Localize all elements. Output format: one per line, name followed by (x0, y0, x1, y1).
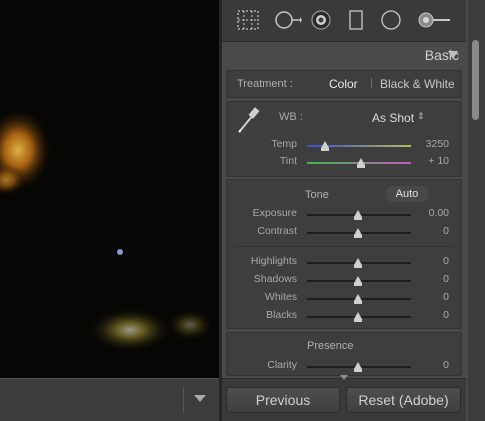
treatment-bw-option[interactable]: Black & White (380, 77, 455, 91)
crop-overlay-icon[interactable] (236, 9, 260, 31)
panel-scrollbar[interactable] (468, 0, 485, 421)
blacks-slider[interactable] (307, 312, 411, 322)
whites-slider-handle[interactable] (354, 294, 362, 304)
temp-label: Temp (271, 138, 297, 150)
treatment-color-option[interactable]: Color (329, 77, 358, 91)
tone-auto-button[interactable]: Auto (385, 186, 429, 202)
blacks-value[interactable]: 0 (409, 309, 449, 321)
spot-removal-icon[interactable] (274, 9, 302, 31)
temp-value[interactable]: 3250 (409, 138, 449, 150)
exposure-slider[interactable] (307, 210, 411, 220)
radial-filter-icon[interactable] (380, 9, 402, 31)
reset-button[interactable]: Reset (Adobe) (346, 387, 461, 413)
clarity-label: Clarity (267, 359, 297, 371)
adjustment-brush-icon[interactable] (416, 9, 452, 31)
tint-label: Tint (279, 155, 297, 167)
tool-strip (222, 0, 466, 42)
contrast-slider-handle[interactable] (354, 228, 362, 238)
viewer-toolbar (0, 378, 219, 421)
shadows-slider-handle[interactable] (354, 276, 362, 286)
presence-label: Presence (307, 340, 354, 352)
contrast-label: Contrast (257, 225, 297, 237)
tone-group: Tone Auto Exposure 0.00 Contrast 0 Highl… (226, 179, 462, 329)
toolbar-dropdown-icon[interactable] (194, 395, 206, 402)
clarity-slider[interactable] (307, 362, 411, 372)
tint-slider[interactable] (307, 158, 411, 168)
night-photo (0, 0, 219, 378)
clarity-slider-handle[interactable] (354, 362, 362, 372)
blacks-slider-handle[interactable] (354, 312, 362, 322)
contrast-value[interactable]: 0 (409, 225, 449, 237)
highlights-value[interactable]: 0 (409, 255, 449, 267)
panel-bottom-bar: Previous Reset (Adobe) (222, 375, 466, 421)
highlights-slider-handle[interactable] (354, 258, 362, 268)
shadows-value[interactable]: 0 (409, 273, 449, 285)
wb-label: WB : (279, 111, 303, 123)
tone-divider (233, 246, 455, 247)
red-eye-icon[interactable] (310, 9, 332, 31)
blacks-label: Blacks (266, 309, 297, 321)
white-balance-group: WB : As Shot ⇕ Temp 3250 Tint + 10 (226, 101, 462, 177)
scrollbar-thumb[interactable] (472, 40, 479, 120)
shadows-slider[interactable] (307, 276, 411, 286)
contrast-slider[interactable] (307, 228, 411, 238)
tone-label: Tone (305, 189, 329, 201)
previous-button[interactable]: Previous (226, 387, 340, 413)
graduated-filter-icon[interactable] (348, 9, 364, 31)
treatment-separator: | (370, 77, 373, 89)
tint-slider-handle[interactable] (357, 158, 365, 168)
whites-slider[interactable] (307, 294, 411, 304)
whites-value[interactable]: 0 (409, 291, 449, 303)
clarity-value[interactable]: 0 (409, 359, 449, 371)
wb-dropdown-icon[interactable]: ⇕ (417, 111, 425, 122)
whites-label: Whites (264, 291, 297, 303)
highlights-label: Highlights (250, 255, 297, 267)
exposure-slider-handle[interactable] (354, 210, 362, 220)
presence-group: Presence Clarity 0 (226, 332, 462, 376)
highlights-slider[interactable] (307, 258, 411, 268)
temp-slider[interactable] (307, 141, 411, 151)
temp-slider-handle[interactable] (321, 141, 329, 151)
exposure-value[interactable]: 0.00 (409, 207, 449, 219)
shadows-label: Shadows (253, 273, 297, 285)
exposure-label: Exposure (252, 207, 297, 219)
wb-preset-select[interactable]: As Shot (372, 111, 414, 125)
treatment-group: Treatment : Color | Black & White (226, 70, 462, 98)
toolbar-divider (183, 387, 184, 413)
tint-value[interactable]: + 10 (409, 155, 449, 167)
collapse-triangle-icon[interactable] (448, 51, 458, 59)
panel-collapse-icon[interactable] (340, 375, 348, 380)
treatment-label: Treatment : (237, 78, 293, 90)
white-balance-selector-icon[interactable] (235, 105, 263, 135)
develop-panel: Basic Treatment : Color | Black & White … (222, 0, 485, 421)
photo-preview[interactable] (0, 0, 219, 378)
